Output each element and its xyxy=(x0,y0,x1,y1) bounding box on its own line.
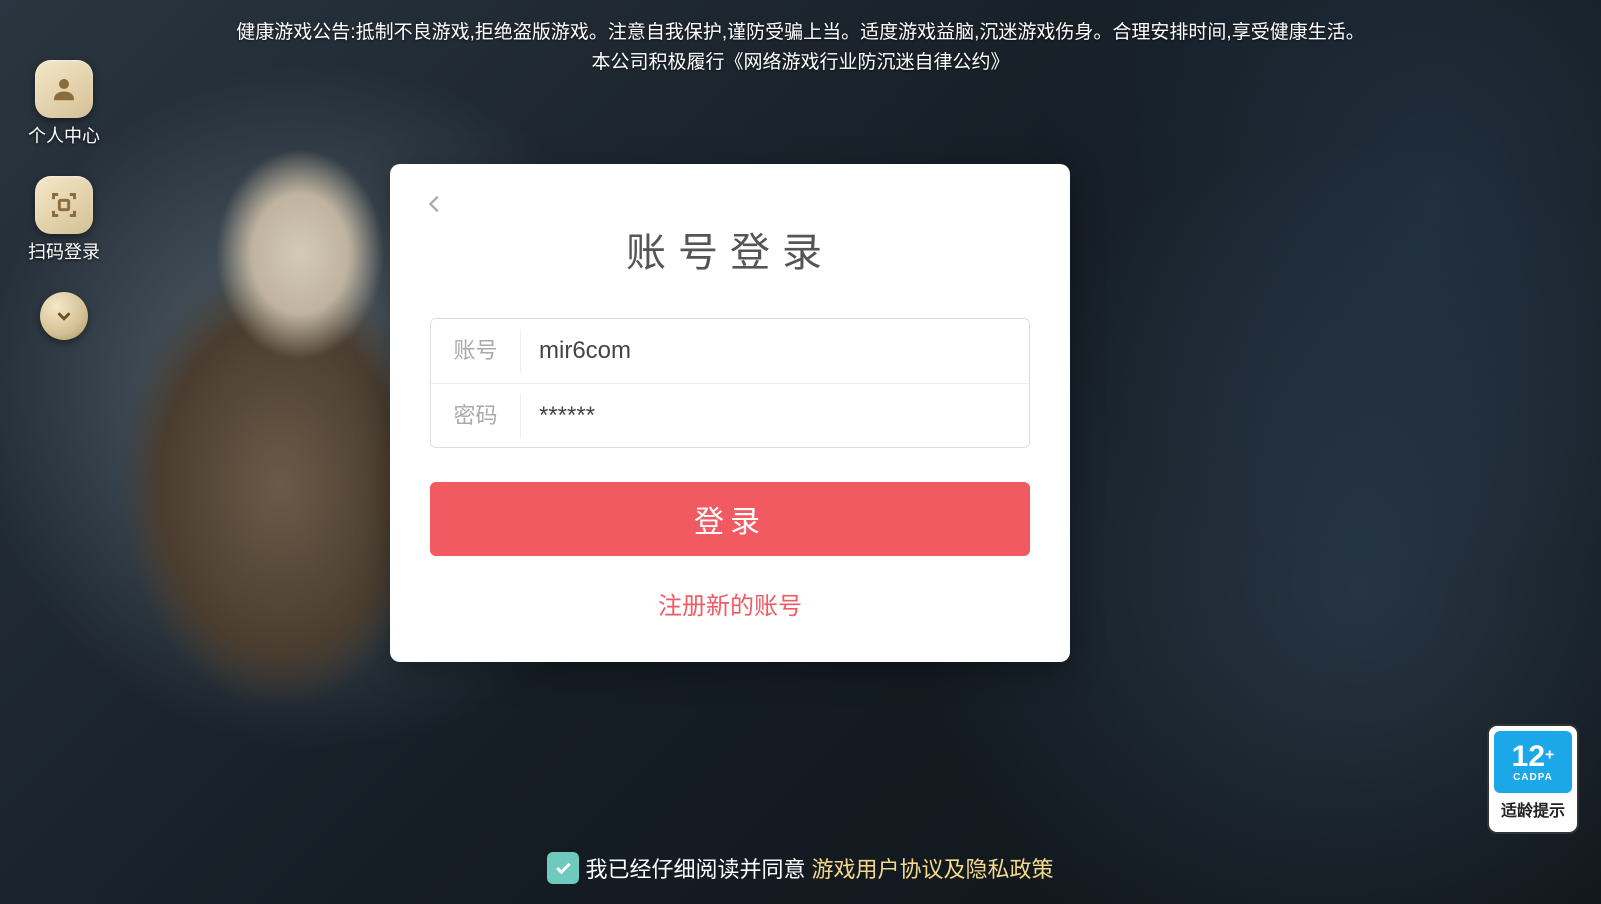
input-group: 账号 密码 xyxy=(430,318,1030,448)
person-icon xyxy=(35,60,93,118)
login-panel: 账号登录 账号 密码 登录 注册新的账号 xyxy=(390,164,1070,662)
login-button[interactable]: 登录 xyxy=(430,482,1030,556)
age-number: 12 xyxy=(1512,740,1545,773)
consent-row: 我已经仔细阅读并同意 游戏用户协议及隐私政策 xyxy=(0,852,1601,884)
chevron-left-icon xyxy=(424,186,446,222)
account-input[interactable] xyxy=(521,319,1029,383)
qr-login-label: 扫码登录 xyxy=(28,238,100,264)
age-plus: + xyxy=(1545,746,1554,763)
account-row: 账号 xyxy=(431,319,1029,383)
qr-login-button[interactable]: 扫码登录 xyxy=(28,176,100,264)
age-cadpa: CADPA xyxy=(1513,772,1553,783)
consent-checkbox[interactable] xyxy=(547,852,579,884)
chevron-down-icon xyxy=(53,305,75,327)
login-title: 账号登录 xyxy=(430,220,1030,278)
check-icon xyxy=(553,858,573,878)
register-link[interactable]: 注册新的账号 xyxy=(430,586,1030,621)
consent-prefix: 我已经仔细阅读并同意 xyxy=(585,852,805,884)
consent-link[interactable]: 游戏用户协议及隐私政策 xyxy=(812,852,1054,884)
password-input[interactable] xyxy=(521,384,1029,447)
personal-center-label: 个人中心 xyxy=(28,122,100,148)
back-button[interactable] xyxy=(424,186,446,227)
qr-icon xyxy=(35,176,93,234)
account-label: 账号 xyxy=(431,329,521,373)
collapse-button[interactable] xyxy=(40,292,88,340)
age-rating-badge[interactable]: 12+ CADPA 适龄提示 xyxy=(1487,724,1579,834)
password-label: 密码 xyxy=(431,394,521,438)
password-row: 密码 xyxy=(431,383,1029,447)
personal-center-button[interactable]: 个人中心 xyxy=(28,60,100,148)
side-button-column: 个人中心 扫码登录 xyxy=(28,60,100,340)
notice-line-1: 健康游戏公告:抵制不良游戏,拒绝盗版游戏。注意自我保护,谨防受骗上当。适度游戏益… xyxy=(0,18,1601,48)
age-label: 适龄提示 xyxy=(1501,797,1565,821)
notice-line-2: 本公司积极履行《网络游戏行业防沉迷自律公约》 xyxy=(0,48,1601,78)
health-notice: 健康游戏公告:抵制不良游戏,拒绝盗版游戏。注意自我保护,谨防受骗上当。适度游戏益… xyxy=(0,18,1601,79)
age-inner: 12+ CADPA xyxy=(1494,731,1572,793)
